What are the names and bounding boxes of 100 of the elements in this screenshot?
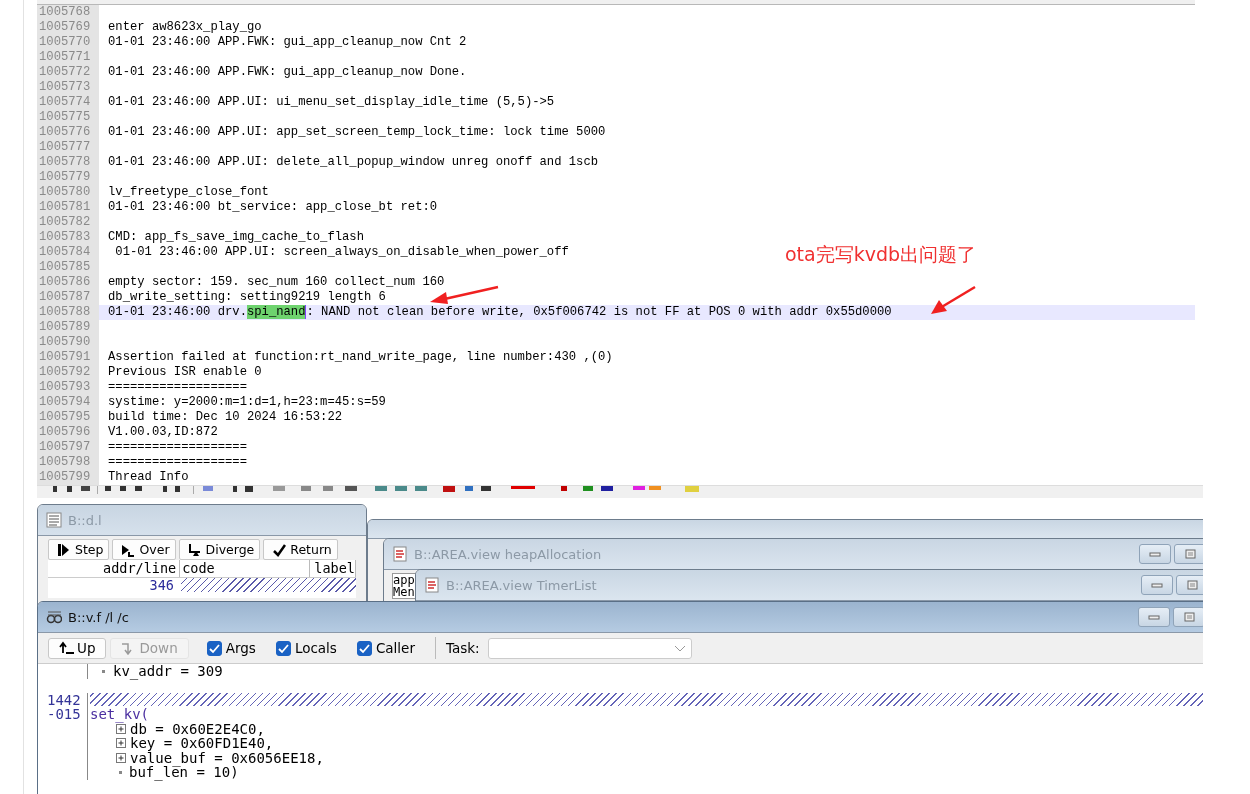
diverge-icon [187, 542, 202, 557]
list-icon [46, 512, 62, 528]
document-icon [424, 577, 440, 593]
line-number: 1005775 [37, 110, 99, 125]
minimize-icon [1148, 613, 1160, 621]
minimize-button[interactable] [1139, 544, 1171, 564]
toolbar-button[interactable]: Step [48, 539, 110, 560]
arrow [430, 285, 499, 304]
line-number: 1005769 [37, 20, 99, 35]
check-icon [357, 642, 371, 654]
line-number: 1005770 [37, 35, 99, 50]
step-icon [57, 542, 71, 557]
log-line: build time: Dec 10 2024 16:53:22 [107, 410, 343, 425]
checkbox[interactable] [206, 640, 222, 656]
minimize-button[interactable] [1138, 607, 1170, 627]
line-number: 1005787 [37, 290, 99, 305]
column-header[interactable]: code [180, 560, 311, 577]
log-line: =================== [107, 455, 247, 470]
checkbox[interactable] [356, 640, 372, 656]
toolbar-button[interactable]: Diverge [178, 539, 261, 560]
checkbox-option[interactable]: Caller [356, 640, 415, 656]
line-number: 1005774 [37, 95, 99, 110]
maximize-icon [1183, 612, 1195, 622]
task-dropdown[interactable] [487, 637, 692, 659]
line-number: 1005778 [37, 155, 99, 170]
line-number: 1005797 [37, 440, 99, 455]
annotation-text: ota完写kvdb出问题了 [785, 242, 977, 267]
window-title: B::d.l [68, 512, 102, 528]
maximize-icon [1184, 549, 1196, 559]
log-line: 01-01 23:46:00 bt_service: app_close_bt ret:0 [107, 200, 438, 215]
window-title: B::v.f /l /c [68, 609, 129, 625]
step-over-icon [121, 542, 136, 557]
log-line: =================== [107, 440, 247, 455]
maximize-button[interactable] [1176, 575, 1203, 595]
checkbox-option[interactable]: Locals [275, 640, 337, 656]
line-number: 1005780 [37, 185, 99, 200]
log-line: enter aw8623x_play_go [107, 20, 262, 35]
log-line: db_write_setting: setting9219 length 6 [107, 290, 386, 305]
title-bar[interactable]: B::v.f /l /c [38, 602, 1203, 633]
line-number: 1005785 [37, 260, 99, 275]
area-text: Men [393, 586, 415, 598]
task-label: Task: [445, 640, 480, 656]
column-header[interactable]: label [310, 560, 356, 577]
log-line: V1.00.03,ID:872 [107, 425, 218, 440]
window-title: B::AREA.view TimerList [446, 577, 597, 593]
line-number: 1005777 [37, 140, 99, 155]
log-line: =================== [107, 380, 247, 395]
toolbar-button[interactable]: Return [263, 539, 338, 560]
maximize-button[interactable] [1174, 544, 1203, 564]
line-number: 1005776 [37, 125, 99, 140]
log-line: empty sector: 159. sec_num 160 collect_num 160 [107, 275, 445, 290]
checkbox[interactable] [275, 640, 291, 656]
log-line: Previous ISR enable 0 [107, 365, 262, 380]
glasses-icon [46, 609, 62, 625]
line-number: 1005768 [37, 5, 99, 20]
line-number: 1005781 [37, 200, 99, 215]
log-line: CMD: app_fs_save_img_cache_to_flash [107, 230, 364, 245]
line-number: 1005789 [37, 320, 99, 335]
toolbar-button[interactable]: Over [112, 539, 176, 560]
log-line: Assertion failed at function:rt_nand_write_page, line number:430 ,(0) [107, 350, 613, 365]
line-number: 1005786 [37, 275, 99, 290]
log-line: 01-01 23:46:00 drv.spi_nand: NAND not clean before write, 0x5f006742 is not FF at POS 0 with addr 0x55d0000 [107, 305, 892, 320]
line-number: 1442 [47, 692, 82, 707]
log-line: 01-01 23:46:00 APP.FWK: gui_app_cleanup_now Cnt 2 [107, 35, 467, 50]
check-icon [276, 642, 290, 654]
line-number: 1005795 [37, 410, 99, 425]
column-header[interactable]: addr/line [48, 560, 181, 577]
log-line: 01-01 23:46:00 APP.UI: app_set_screen_temp_lock_time: lock time 5000 [107, 125, 606, 140]
line-number: 1005791 [37, 350, 99, 365]
checkbox-option[interactable]: Args [206, 640, 256, 656]
line-number: -015 [47, 707, 82, 722]
log-line: 01-01 23:46:00 APP.UI: screen_always_on_disable_when_power_off [114, 245, 569, 260]
log-line: lv_freetype_close_font [107, 185, 269, 200]
window-title: B::AREA.view heapAllocation [414, 546, 602, 562]
minimize-button[interactable] [1141, 575, 1173, 595]
area-text: app [393, 574, 415, 586]
maximize-icon [1186, 580, 1198, 590]
log-line: systime: y=2000:m=1:d=1,h=23:m=45:s=59 [107, 395, 386, 410]
up-button[interactable]: Up [48, 637, 107, 659]
title-bar[interactable] [368, 520, 1203, 539]
line-number: 1005799 [37, 470, 99, 485]
line-number: 1005790 [37, 335, 99, 350]
up-arrow-icon [59, 641, 75, 655]
line-number: 1005772 [37, 65, 99, 80]
line-number: 1005783 [37, 230, 99, 245]
line-number: 1005773 [37, 80, 99, 95]
maximize-button[interactable] [1173, 607, 1203, 627]
line-number: 1005771 [37, 50, 99, 65]
line-number: 346 [148, 578, 175, 595]
arrow [931, 285, 976, 314]
log-line: Thread Info [107, 470, 189, 485]
variable-value: kv_addr = 309 [113, 664, 223, 679]
variable-value: buf_len = 10) [129, 765, 239, 780]
log-line: 01-01 23:46:00 APP.UI: ui_menu_set_display_idle_time (5,5)->5 [107, 95, 555, 110]
function-name: set_kv( [90, 707, 149, 722]
minimize-icon [1149, 550, 1161, 558]
minimize-icon [1151, 581, 1163, 589]
line-number: 1005779 [37, 170, 99, 185]
chevron-down-icon [673, 644, 686, 652]
log-line: 01-01 23:46:00 APP.FWK: gui_app_cleanup_now Done. [107, 65, 467, 80]
